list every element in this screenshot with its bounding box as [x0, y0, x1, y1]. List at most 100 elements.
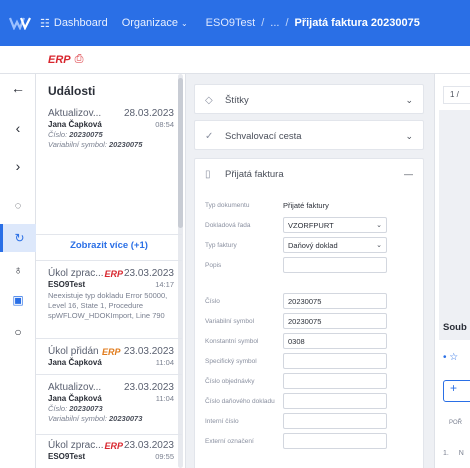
chevron-down-icon: ⌄ [376, 242, 382, 249]
dashboard-link[interactable]: ☷ Dashboard [40, 17, 108, 30]
top-bar: ☷ Dashboard Organizace ⌄ ESO9Test / ... … [0, 0, 470, 46]
invoice-type-select[interactable]: Daňový doklad ⌄ [283, 237, 387, 253]
task-badge-icon: ▣ [12, 293, 24, 307]
organization-dropdown[interactable]: Organizace ⌄ [122, 17, 188, 29]
field-label: Typ dokumentu [205, 201, 250, 209]
comments-button[interactable]: ◌ [0, 192, 36, 220]
event-item[interactable]: Úkol zprac... ERP 23.03.2023 ESO9Test 09:55 [48, 440, 174, 461]
event-author: ESO9Test [48, 452, 86, 461]
event-date: 23.03.2023 [123, 382, 174, 393]
erp-logo[interactable]: ERP [48, 54, 71, 66]
detail-label: Variabilní symbol: [48, 140, 107, 149]
detail-value: 20230075 [69, 130, 103, 139]
event-title: Úkol zprac... [48, 268, 104, 279]
field-popis: Popis [205, 257, 415, 273]
event-item[interactable]: Aktualizov... 28.03.2023 Jana Čapková 08:5… [48, 108, 174, 149]
grid-icon: ☷ [40, 17, 50, 30]
app-logo-icon [9, 17, 31, 30]
field-externi: Externí označení [205, 433, 415, 449]
tax-document-number-input[interactable] [283, 393, 387, 409]
events-scrollbar[interactable] [178, 74, 183, 468]
dashboard-label: Dashboard [53, 17, 108, 29]
event-title: Aktualizov... [48, 382, 102, 393]
star-icon[interactable]: • ☆ [443, 352, 458, 363]
event-time: 08:54 [155, 120, 174, 129]
tasks-button[interactable]: ▣ [0, 286, 36, 314]
breadcrumb-current: Přijatá faktura 20230075 [294, 17, 420, 29]
detail-label: Číslo: [48, 404, 68, 413]
left-rail: ← ‹ › ◌ ↻ ♁ ▣ ○ [0, 74, 36, 468]
workflow-icon: ♁ [13, 263, 23, 277]
approval-section[interactable]: ✓ Schvalovací cesta ⌄ [194, 120, 424, 150]
event-time: 11:04 [155, 394, 174, 403]
section-title: Přijatá faktura [225, 168, 284, 180]
internal-number-input[interactable] [283, 413, 387, 429]
event-detail: Číslo: 20230075 [48, 130, 174, 139]
events-title: Události [48, 84, 96, 98]
breadcrumb-ellipsis[interactable]: ... [270, 17, 279, 29]
constant-symbol-input[interactable]: 0308 [283, 333, 387, 349]
tag-icon: ◇ [205, 94, 213, 106]
show-more-link[interactable]: Zobrazit více (+1) [36, 240, 182, 251]
number-input[interactable]: 20230075 [283, 293, 387, 309]
event-time: 14:17 [155, 280, 174, 289]
approval-button[interactable]: ♁ [0, 256, 36, 284]
field-label: Číslo daňového dokladu [205, 397, 275, 405]
app-logo[interactable] [0, 0, 40, 46]
check-circle-icon: ✓ [205, 130, 214, 142]
field-label: Externí označení [205, 437, 254, 445]
divider [36, 260, 182, 261]
expand-button[interactable]: › [0, 152, 36, 180]
event-date: 23.03.2023 [123, 346, 174, 357]
back-button[interactable]: ← [0, 74, 36, 102]
order-number-input[interactable] [283, 373, 387, 389]
collapse-icon: — [404, 169, 413, 179]
field-danoveho: Číslo daňového dokladu [205, 393, 415, 409]
variable-symbol-input[interactable]: 20230075 [283, 313, 387, 329]
history-button[interactable]: ↻ [0, 224, 36, 252]
event-time: 11:04 [155, 358, 174, 367]
status-button[interactable]: ○ [0, 318, 36, 346]
field-specificky: Specifický symbol [205, 353, 415, 369]
document-toolbar: ERP ⎙ [0, 46, 470, 74]
erp-icon: ERP [102, 347, 121, 357]
specific-symbol-input[interactable] [283, 353, 387, 369]
erp-icon: ERP [104, 269, 124, 279]
add-file-button[interactable]: + [443, 380, 470, 402]
breadcrumb: ESO9Test / ... / Přijatá faktura 2023007… [206, 17, 420, 29]
event-detail: Číslo: 20230073 [48, 404, 174, 413]
event-item[interactable]: Úkol zprac... ERP 23.03.2023 ESO9Test 14:17… [48, 268, 174, 321]
event-date: 28.03.2023 [123, 108, 174, 119]
field-value: Přijaté faktury [283, 200, 329, 210]
field-dokladova-rada: Dokladová řada VZORFPURT ⌄ [205, 217, 415, 233]
tags-section[interactable]: ◇ Štítky ⌄ [194, 84, 424, 114]
detail-value: 20230073 [109, 414, 143, 423]
divider [36, 338, 182, 339]
chevron-right-icon: › [15, 158, 21, 174]
external-label-input[interactable] [283, 433, 387, 449]
invoice-section-header[interactable]: ▯ Přijatá faktura — [195, 159, 423, 189]
field-label: Konstantní symbol [205, 337, 259, 345]
chat-icon: ◌ [14, 200, 22, 212]
file-row[interactable]: 1. N [443, 450, 464, 457]
chevron-left-icon: ‹ [15, 120, 21, 136]
breadcrumb-company[interactable]: ESO9Test [206, 17, 256, 29]
field-label: Číslo objednávky [205, 377, 255, 385]
event-item[interactable]: Aktualizov... 23.03.2023 Jana Čapková 11:0… [48, 382, 174, 423]
field-label: Dokladová řada [205, 221, 251, 229]
scrollbar-thumb[interactable] [178, 78, 183, 228]
document-form-area: ◇ Štítky ⌄ ✓ Schvalovací cesta ⌄ ▯ Přijatá fa… [186, 74, 434, 468]
section-title: Štítky [225, 94, 249, 106]
field-cislo: Číslo 20230075 [205, 293, 415, 309]
description-input[interactable] [283, 257, 387, 273]
collapse-button[interactable]: ‹ [0, 114, 36, 142]
section-title: Schvalovací cesta [225, 130, 302, 142]
page-indicator: 1 / [443, 86, 470, 104]
series-select[interactable]: VZORFPURT ⌄ [283, 217, 387, 233]
event-item[interactable]: Úkol přidán ERP 23.03.2023 Jana Čapková 11:… [48, 346, 174, 367]
event-detail: Variabilní symbol: 20230075 [48, 140, 174, 149]
printer-icon[interactable]: ⎙ [75, 53, 84, 66]
event-date: 23.03.2023 [123, 268, 174, 279]
document-preview [439, 110, 470, 340]
select-value: VZORFPURT [288, 220, 334, 230]
